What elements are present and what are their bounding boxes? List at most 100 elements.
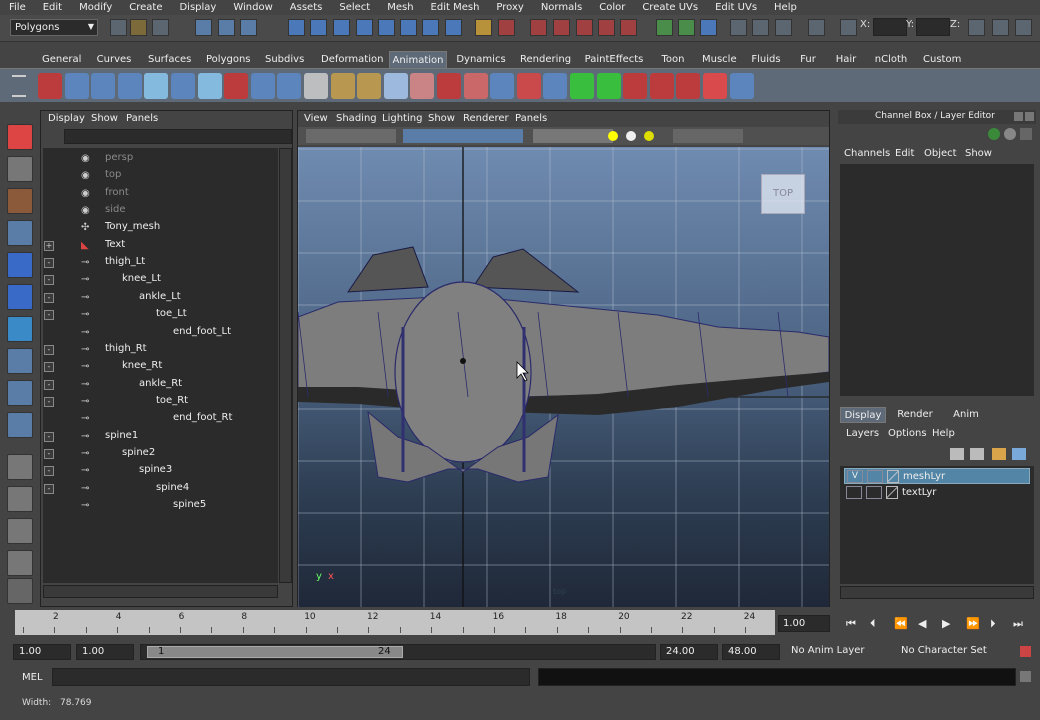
shelf-tab-custom[interactable]: Custom — [923, 51, 961, 68]
shelf-tab-subdivs[interactable]: Subdivs — [265, 51, 304, 68]
collapse-icon[interactable]: - — [44, 396, 54, 407]
expand-icon[interactable]: + — [44, 240, 54, 251]
outliner-item-text[interactable]: + ◣ Text — [43, 237, 278, 254]
end-time-field[interactable]: 24.00 — [660, 644, 718, 660]
graph-persp-icon[interactable] — [7, 550, 33, 576]
joint-icon[interactable] — [171, 73, 195, 99]
new-scene-icon[interactable] — [110, 19, 127, 36]
outliner-item-top[interactable]: ◉ top — [43, 167, 278, 184]
outliner-filter-field[interactable] — [64, 129, 292, 144]
time-slider[interactable] — [15, 610, 775, 635]
outliner-item-side[interactable]: ◉ side — [43, 202, 278, 219]
motion-path-icon[interactable] — [490, 73, 515, 99]
new-layer-icon[interactable] — [992, 448, 1006, 460]
viewport-menu-lighting[interactable]: Lighting — [382, 113, 422, 124]
constraint-aim-icon[interactable] — [623, 73, 648, 99]
wireframe-icon[interactable] — [403, 129, 523, 143]
soft-mod-icon[interactable] — [7, 348, 33, 374]
shelf-tab-curves[interactable]: Curves — [96, 51, 132, 68]
tool-settings-icon[interactable] — [752, 19, 769, 36]
outliner-item-end-foot-rt[interactable]: ⊸ end_foot_Rt — [43, 410, 278, 427]
channel-menu-edit[interactable]: Edit — [895, 148, 914, 159]
all-lights-icon[interactable] — [644, 131, 654, 141]
input-line-icon[interactable] — [656, 19, 673, 36]
menu-mesh[interactable]: Mesh — [378, 2, 421, 13]
ik-handle-icon[interactable] — [117, 73, 142, 99]
outliner-item-knee-rt[interactable]: - ⊸ knee_Rt — [43, 358, 278, 375]
hypergraph-icon[interactable] — [7, 578, 33, 604]
shelf-tab-hair[interactable]: Hair — [833, 51, 859, 68]
move-tool-icon[interactable] — [7, 220, 33, 246]
viewport-menu-shading[interactable]: Shading — [336, 113, 377, 124]
outliner-item-spine4[interactable]: - ⊸ spine4 — [43, 480, 278, 497]
range-slider-track[interactable]: 1 24 — [140, 644, 656, 660]
collapse-icon[interactable]: - — [44, 362, 54, 373]
viewport-menu-show[interactable]: Show — [428, 113, 455, 124]
collapse-icon[interactable]: - — [44, 258, 54, 269]
channel-tool-icon-1[interactable] — [988, 128, 1000, 140]
shading-icon[interactable] — [533, 129, 613, 143]
lattice-icon[interactable] — [304, 73, 328, 99]
outliner-horizontal-scrollbar[interactable] — [43, 585, 278, 598]
menu-create-uvs[interactable]: Create UVs — [633, 2, 706, 13]
start-time-field[interactable]: 1.00 — [13, 644, 71, 660]
shelf-tab-fluids[interactable]: Fluids — [751, 51, 781, 68]
outliner-item-knee-lt[interactable]: - ⊸ knee_Lt — [43, 271, 278, 288]
channel-toggle-icon[interactable] — [992, 19, 1009, 36]
menu-window[interactable]: Window — [224, 2, 280, 13]
collapse-icon[interactable]: - — [44, 379, 54, 390]
scale-tool-icon[interactable] — [7, 284, 33, 310]
outliner-item-spine3[interactable]: - ⊸ spine3 — [43, 462, 278, 479]
outliner-item-persp[interactable]: ◉ persp — [43, 150, 278, 167]
sculpt-icon[interactable] — [463, 73, 488, 99]
select-by-object-icon[interactable] — [218, 19, 235, 36]
layer-tab-display[interactable]: Display — [840, 407, 886, 423]
outliner-item-spine5[interactable]: ⊸ spine5 — [43, 497, 278, 514]
channel-list[interactable] — [840, 164, 1034, 396]
current-frame-field[interactable]: 1.00 — [778, 615, 830, 632]
step-back-key-icon[interactable]: ⏪ — [894, 617, 908, 630]
select-by-component-icon[interactable] — [240, 19, 257, 36]
paint-weights-icon[interactable] — [250, 73, 275, 99]
lock-icon[interactable] — [475, 19, 492, 36]
render-current-icon[interactable] — [498, 19, 515, 36]
constraint-pole-icon[interactable] — [729, 73, 754, 99]
collapse-icon[interactable]: - — [44, 292, 54, 303]
mel-input[interactable] — [52, 668, 530, 686]
x-field[interactable] — [873, 18, 907, 36]
viewport-menu-view[interactable]: View — [304, 113, 328, 124]
attribute-editor-icon[interactable] — [730, 19, 747, 36]
outliner-item-ankle-lt[interactable]: - ⊸ ankle_Lt — [43, 289, 278, 306]
shelf-tab-rendering[interactable]: Rendering — [520, 51, 571, 68]
light-icon[interactable] — [608, 131, 618, 141]
ipr-render-icon[interactable] — [530, 19, 547, 36]
outliner-item-tony-mesh[interactable]: ✣ Tony_mesh — [43, 219, 278, 236]
layer-template-toggle[interactable] — [866, 486, 882, 499]
set-key-icon[interactable] — [38, 73, 62, 99]
menu-display[interactable]: Display — [170, 2, 224, 13]
transform-icon[interactable] — [678, 19, 695, 36]
wrinkle-icon[interactable] — [437, 73, 461, 99]
insert-key-icon[interactable] — [64, 73, 89, 99]
paint-select-icon[interactable] — [7, 188, 33, 214]
viewport-menu-renderer[interactable]: Renderer — [463, 113, 509, 124]
layer-menu-options[interactable]: Options — [888, 428, 927, 439]
constraint-point-icon[interactable] — [596, 73, 621, 99]
restore-icon[interactable] — [1014, 112, 1023, 121]
manipulator-tool-icon[interactable] — [7, 316, 33, 342]
snap-point-icon[interactable] — [333, 19, 350, 36]
menu-proxy[interactable]: Proxy — [487, 2, 531, 13]
layer-visibility-toggle[interactable] — [846, 486, 862, 499]
wire-icon[interactable] — [410, 73, 435, 99]
detach-skin-icon[interactable] — [224, 73, 249, 99]
menu-select[interactable]: Select — [330, 2, 378, 13]
nonlinear-bend-icon[interactable] — [330, 73, 355, 99]
fk-ik-icon[interactable] — [144, 73, 169, 99]
mel-label[interactable]: MEL — [22, 672, 43, 683]
ghost-icon[interactable] — [543, 73, 568, 99]
character-set-menu[interactable]: No Character Set — [896, 644, 1014, 660]
layer-horizontal-scrollbar[interactable] — [840, 586, 1034, 599]
channel-tool-icon-3[interactable] — [1020, 128, 1032, 140]
range-slider-handle[interactable]: 1 24 — [147, 646, 403, 658]
collapse-icon[interactable]: - — [44, 483, 54, 494]
